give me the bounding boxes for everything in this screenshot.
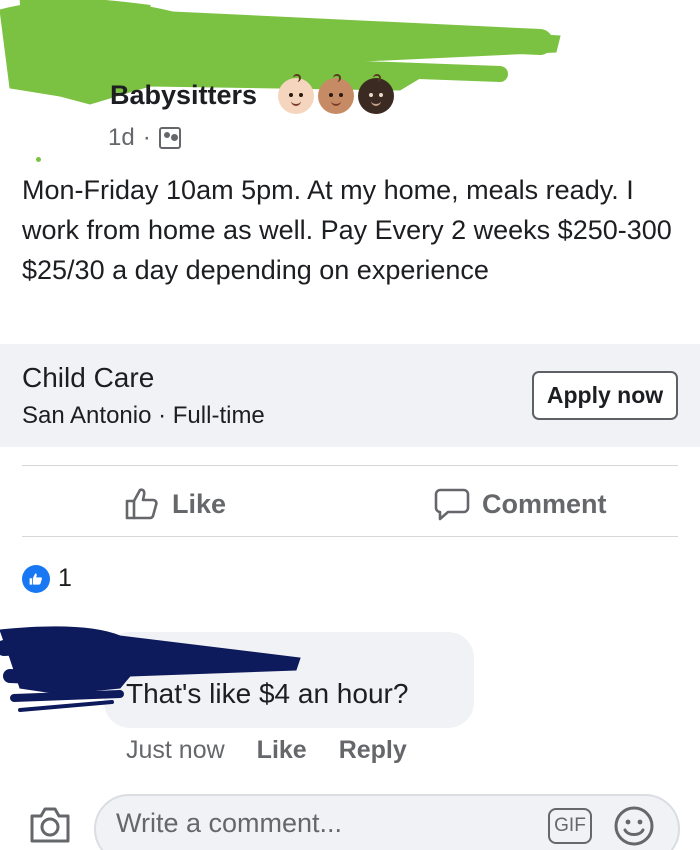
comment-actions: Just now Like Reply <box>126 736 407 765</box>
comment-bubble-icon <box>434 488 470 521</box>
comment-input-placeholder[interactable]: Write a comment... <box>116 808 342 839</box>
reaction-count: 1 <box>58 564 72 592</box>
baby-face-medium-icon <box>318 74 354 114</box>
like-button[interactable]: Like <box>124 482 226 526</box>
group-audience-icon <box>158 127 181 149</box>
camera-icon[interactable] <box>28 804 72 844</box>
comment-button[interactable]: Comment <box>434 482 607 526</box>
group-name[interactable]: Babysitters <box>110 80 257 111</box>
meta-separator: · <box>142 124 151 151</box>
emoji-smile-icon[interactable] <box>612 804 656 848</box>
comment-reply-button[interactable]: Reply <box>339 736 407 765</box>
job-subtitle: San Antonio · Full-time <box>22 402 265 429</box>
comment-time[interactable]: Just now <box>126 736 225 765</box>
thumbs-up-icon <box>22 564 50 593</box>
post-body: Mon-Friday 10am 5pm. At my home, meals r… <box>22 175 672 285</box>
divider-top <box>22 465 678 466</box>
post-meta: 1d · <box>108 124 181 152</box>
divider-bottom <box>22 536 678 537</box>
post-time[interactable]: 1d <box>108 124 135 152</box>
comment-like-button[interactable]: Like <box>257 736 307 765</box>
comment-label: Comment <box>482 488 607 519</box>
green-dot <box>36 157 41 162</box>
baby-emojis <box>278 74 394 114</box>
baby-face-light-icon <box>278 74 314 114</box>
gif-button[interactable]: GIF <box>548 808 592 844</box>
reactions-summary[interactable]: 1 <box>22 564 72 593</box>
comment-text: That's like $4 an hour? <box>126 678 409 709</box>
job-title: Child Care <box>22 362 155 393</box>
baby-face-dark-icon <box>358 74 394 114</box>
apply-now-button[interactable]: Apply now <box>532 371 678 420</box>
like-label: Like <box>172 488 227 519</box>
thumbs-up-outline-icon <box>125 488 158 520</box>
job-card[interactable]: Child Care San Antonio · Full-time Apply… <box>0 344 700 447</box>
